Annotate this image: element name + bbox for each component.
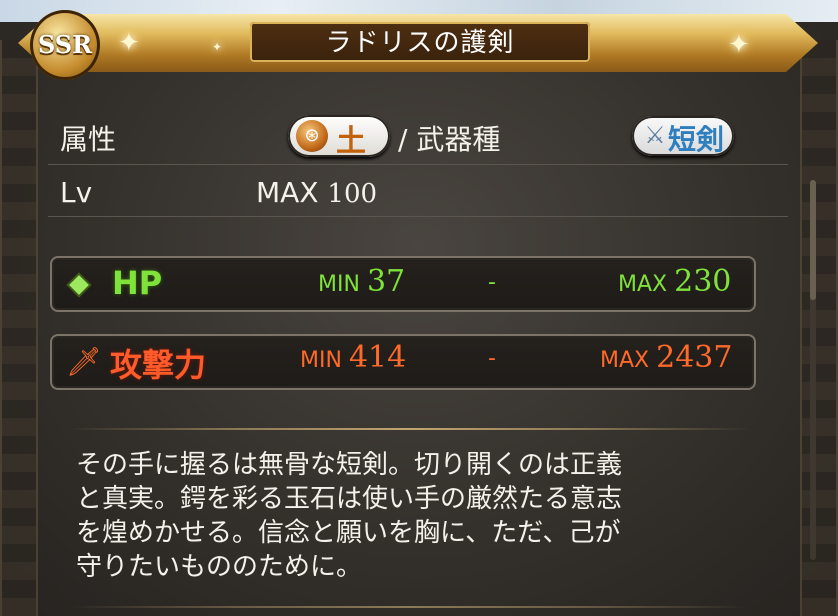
ornate-border-right bbox=[800, 40, 838, 616]
level-value: MAX 100 bbox=[256, 176, 377, 209]
description-line: と真実。鍔を彩る玉石は使い手の厳然たる意志 bbox=[76, 484, 623, 514]
weapon-name: ラドリスの護剣 bbox=[325, 28, 515, 58]
level-label: Lv bbox=[60, 176, 93, 209]
sparkle-icon: ✦ bbox=[118, 28, 140, 58]
hp-max: MAX 230 bbox=[618, 264, 731, 299]
hp-label: HP bbox=[112, 264, 163, 302]
hp-max-label: MAX bbox=[618, 272, 668, 297]
scrollbar-thumb[interactable] bbox=[810, 180, 816, 300]
attack-range-separator: - bbox=[488, 346, 496, 371]
dagger-icon: ⚔ bbox=[644, 121, 666, 149]
description-line: 守りたいもののために。 bbox=[76, 552, 363, 582]
sword-icon: 🗡 bbox=[66, 345, 102, 378]
earth-element-icon: ⊛ bbox=[296, 120, 328, 152]
description-line: を煌めかせる。信念と願いを胸に、ただ、己が bbox=[76, 518, 621, 548]
level-number: 100 bbox=[327, 179, 378, 209]
hp-range-separator: - bbox=[488, 270, 496, 295]
attack-min-label: MIN bbox=[300, 348, 342, 373]
hp-max-value: 230 bbox=[674, 264, 732, 299]
ornate-border-left bbox=[0, 40, 38, 616]
sparkle-icon: ✦ bbox=[728, 30, 750, 60]
description-divider bbox=[70, 428, 750, 430]
description-line: その手に握るは無骨な短剣。切り開くのは正義 bbox=[76, 450, 623, 480]
weapon-type-value: 短剣 bbox=[668, 123, 725, 156]
weapon-type-label: / 武器種 bbox=[398, 123, 501, 156]
attack-max-label: MAX bbox=[600, 348, 650, 373]
rarity-label: SSR bbox=[37, 30, 93, 59]
hp-min-value: 37 bbox=[366, 264, 406, 299]
attribute-value: 土 bbox=[336, 124, 366, 159]
attack-max: MAX 2437 bbox=[600, 340, 732, 375]
attack-label: 攻撃力 bbox=[110, 346, 207, 384]
sparkle-icon: ✦ bbox=[212, 40, 223, 54]
weapon-description: その手に握るは無骨な短剣。切り開くのは正義 と真実。鍔を彩る玉石は使い手の厳然た… bbox=[76, 448, 756, 584]
hp-min: MIN 37 bbox=[318, 264, 405, 299]
attribute-label: 属性 bbox=[60, 123, 117, 156]
attack-max-value: 2437 bbox=[656, 340, 733, 375]
attack-min: MIN 414 bbox=[300, 340, 406, 375]
level-prefix: MAX bbox=[256, 176, 319, 209]
attack-min-value: 414 bbox=[348, 340, 407, 375]
divider bbox=[48, 216, 788, 217]
description-divider bbox=[70, 606, 750, 608]
hp-min-label: MIN bbox=[318, 272, 360, 297]
divider bbox=[48, 164, 788, 165]
